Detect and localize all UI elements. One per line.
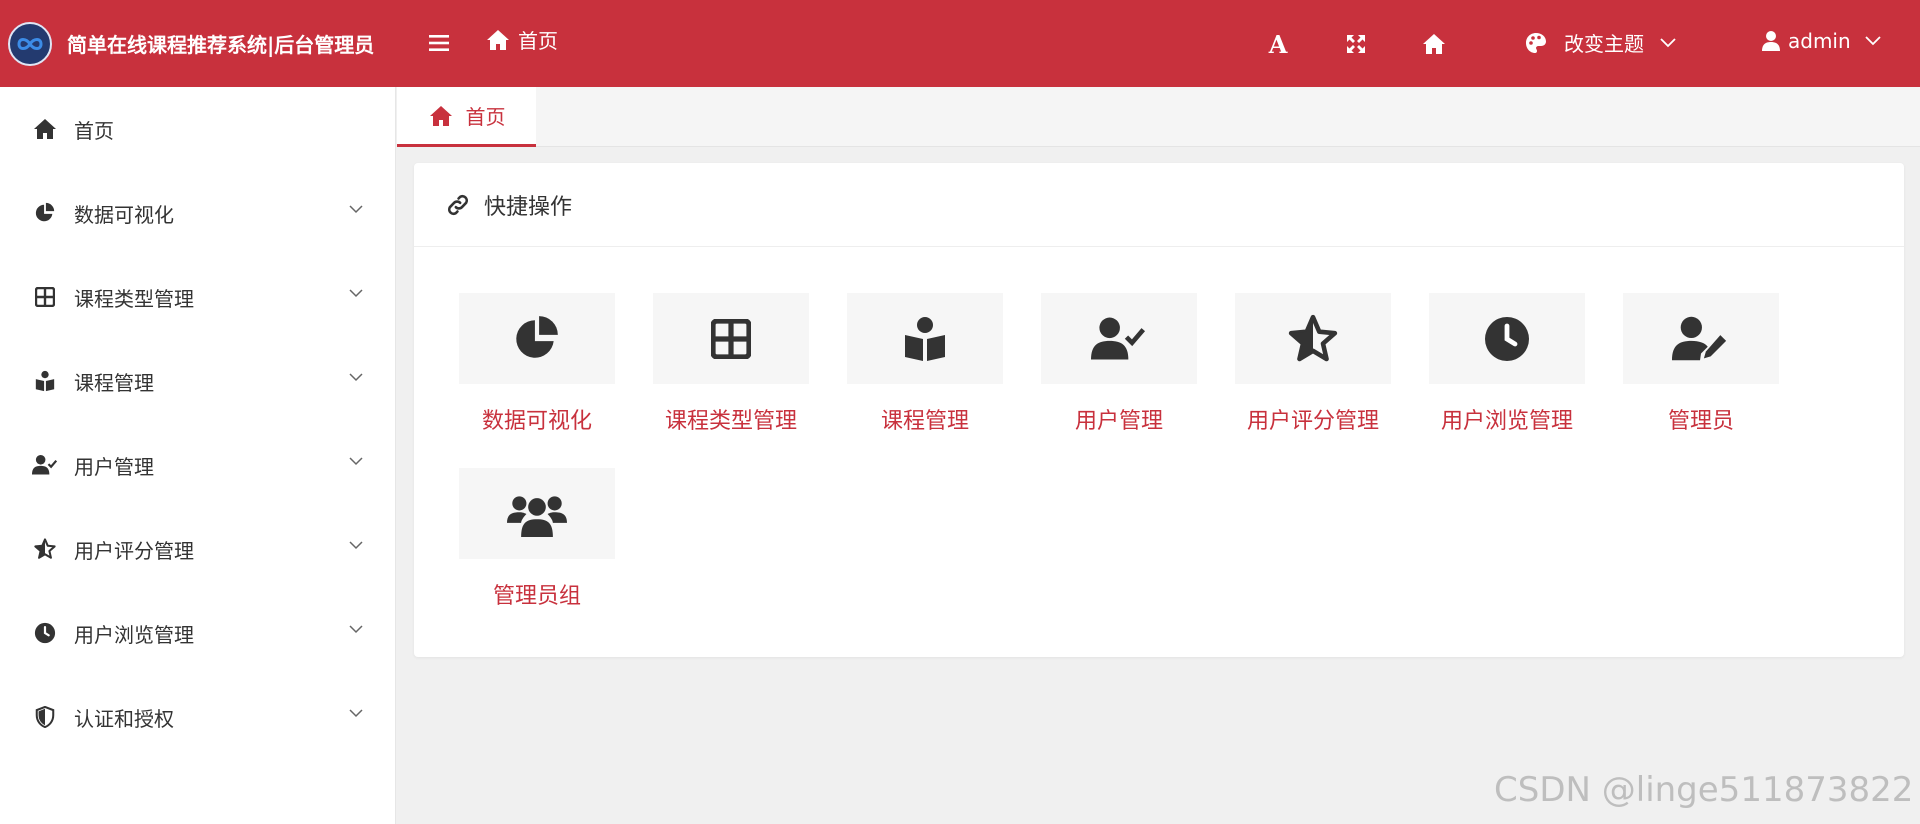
link-icon [444,191,472,219]
app-title: 简单在线课程推荐系统|后台管理员 [67,33,375,57]
shortcut-label: 用户浏览管理 [1440,409,1573,434]
shortcut-label: 数据可视化 [481,409,592,434]
chevron-down-icon [349,205,363,214]
sidebar-item-user-browse[interactable]: 用户浏览管理 [0,591,395,675]
shortcut-label: 管理员组 [492,584,581,609]
grid-icon [711,318,751,359]
grid-icon [32,284,58,310]
sidebar-item-course-type[interactable]: 课程类型管理 [0,255,395,339]
watermark: CSDN @linge511873822 [1494,770,1914,810]
shortcut-course-type[interactable]: 课程类型管理 [653,293,809,435]
clock-icon [1485,316,1529,361]
shield-icon [32,704,58,730]
shortcut-icon-box [459,468,615,559]
chevron-down-icon [1865,36,1881,46]
star-half-icon [1288,314,1338,361]
shortcut-user-browse[interactable]: 用户浏览管理 [1429,293,1585,435]
sidebar-item-label: 用户评分管理 [74,538,194,563]
header-home-label: 首页 [518,29,558,53]
shortcut-data-visualization[interactable]: 数据可视化 [459,293,615,435]
users-icon [507,495,567,537]
shortcut-admin-group[interactable]: 管理员组 [459,468,615,610]
chevron-down-icon [349,373,363,382]
sidebar-item-data-visualization[interactable]: 数据可视化 [0,171,395,255]
shortcut-label: 课程管理 [880,409,969,434]
clock-icon [32,620,58,646]
top-header: 简单在线课程推荐系统|后台管理员 首页 A 改变主题 admin [0,0,1920,87]
chevron-down-icon [1660,37,1676,47]
sidebar-item-auth[interactable]: 认证和授权 [0,675,395,759]
chevron-down-icon [349,709,363,718]
sidebar-item-user[interactable]: 用户管理 [0,423,395,507]
sidebar-item-label: 认证和授权 [74,706,174,731]
shortcut-icon-box [1623,293,1779,384]
theme-label: 改变主题 [1564,32,1644,56]
brand[interactable]: 简单在线课程推荐系统|后台管理员 [0,0,396,87]
book-reader-icon [905,316,945,361]
tab-home[interactable]: 首页 [397,87,536,147]
pie-chart-icon [516,315,558,358]
shortcut-icon-box [653,293,809,384]
shortcut-label: 管理员 [1667,409,1734,434]
home-icon [1423,34,1445,54]
user-check-icon [1091,317,1146,360]
panel-header: 快捷操作 [414,163,1904,247]
pie-chart-icon [32,200,58,226]
shortcut-label: 课程类型管理 [664,409,797,434]
shortcut-icon-box [459,293,615,384]
tab-bar: 首页 [397,87,1920,147]
shortcut-icon-box [1429,293,1585,384]
chevron-down-icon [349,541,363,550]
sidebar-item-home[interactable]: 首页 [0,87,395,171]
user-label: admin [1788,29,1851,53]
shortcut-admin[interactable]: 管理员 [1623,293,1779,435]
user-icon [1762,31,1780,51]
user-menu-dropdown[interactable]: admin [1762,29,1881,53]
chevron-down-icon [349,625,363,634]
sidebar-item-label: 用户管理 [74,454,154,479]
book-reader-icon [32,368,58,394]
shortcut-course[interactable]: 课程管理 [847,293,1003,435]
shortcut-user-rating[interactable]: 用户评分管理 [1235,293,1391,435]
sidebar-item-label: 首页 [74,118,114,143]
user-edit-icon [1672,316,1727,360]
sidebar-item-label: 用户浏览管理 [74,622,194,647]
font-icon: A [1268,29,1288,59]
infinity-logo-icon [8,21,52,66]
shortcut-icon-box [1041,293,1197,384]
chevron-down-icon [349,457,363,466]
header-home-button[interactable] [1418,28,1450,60]
star-half-icon [32,536,58,562]
home-icon [487,29,509,50]
fullscreen-icon [1347,35,1365,53]
sidebar-item-label: 数据可视化 [74,202,174,227]
shortcut-icon-box [1235,293,1391,384]
sidebar-item-user-rating[interactable]: 用户评分管理 [0,507,395,591]
home-icon [32,116,58,142]
change-theme-dropdown[interactable]: 改变主题 [1524,28,1676,57]
chevron-down-icon [349,289,363,298]
shortcut-icon-box [847,293,1003,384]
tab-label: 首页 [465,105,506,129]
palette-icon [1526,32,1546,53]
sidebar-item-course[interactable]: 课程管理 [0,339,395,423]
menu-toggle-button[interactable] [426,30,452,56]
panel-title: 快捷操作 [484,194,573,220]
font-size-button[interactable]: A [1262,28,1294,60]
sidebar-item-label: 课程类型管理 [74,286,194,311]
shortcut-user[interactable]: 用户管理 [1041,293,1197,435]
header-home-link[interactable]: 首页 [486,25,558,54]
shortcut-label: 用户管理 [1074,409,1163,434]
fullscreen-button[interactable] [1340,28,1372,60]
sidebar-item-label: 课程管理 [74,370,154,395]
sidebar: 首页 数据可视化 课程类型管理 课程管理 用户管理 用户评分管理 用户浏览管理 … [0,87,396,824]
quick-actions-panel: 快捷操作 数据可视化 课程类型管理 课程管理 用户管理 用户评分管理 用户浏览管… [414,163,1904,657]
user-check-icon [32,452,58,478]
home-icon [429,105,452,126]
shortcut-label: 用户评分管理 [1246,409,1379,434]
hamburger-icon [429,35,449,51]
